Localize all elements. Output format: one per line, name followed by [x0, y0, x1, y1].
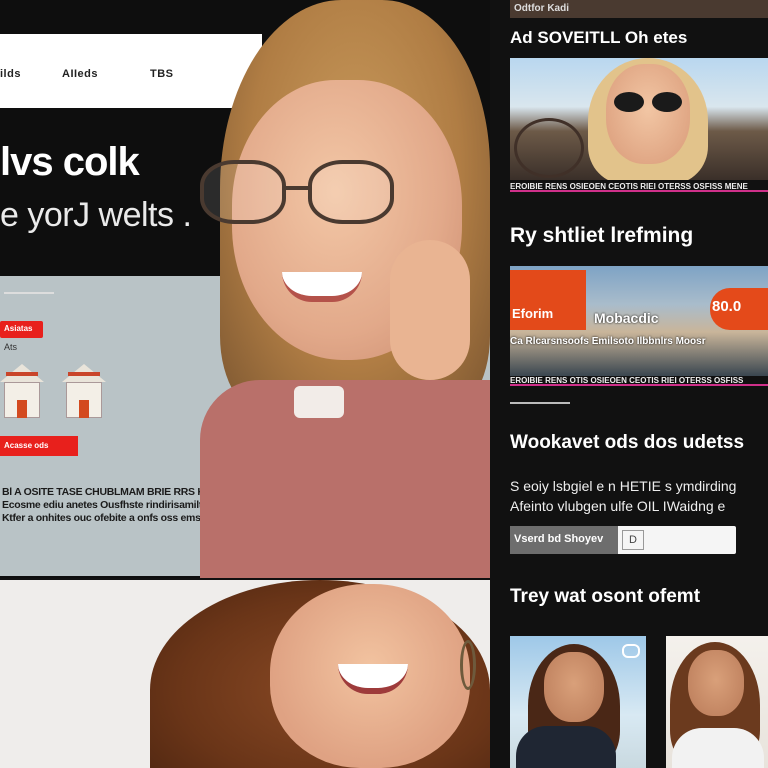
sunglasses-icon	[610, 92, 686, 112]
image-overlay-title: Mobacdic	[594, 310, 659, 326]
photo-woman-laughing	[150, 580, 490, 768]
document-icon: D	[622, 530, 644, 550]
ferris-wheel-icon	[514, 118, 584, 178]
panel-divider	[4, 292, 54, 294]
article-image-2[interactable]: Eforim Mobacdic 80.0 Ca Rlcarsnsoofs Emi…	[510, 266, 768, 376]
hero-subheadline: e yorJ welts .	[0, 196, 192, 234]
nav-link-1[interactable]: ilds	[0, 68, 21, 80]
section-title-4: Trey wat osont ofemt	[510, 586, 701, 607]
section-title-1: Ad SOVEITLL Oh etes	[510, 28, 688, 47]
lower-photo-section	[0, 580, 490, 768]
nav-link-3[interactable]: TBS	[150, 68, 174, 80]
price-badge: 80.0	[710, 288, 768, 330]
subscribe-button[interactable]: Vserd bd Shoyev	[510, 526, 618, 554]
glasses-icon	[200, 160, 400, 240]
article-caption-2[interactable]: EROIBIE RENS OTIS OSIEOEN CEOTIS RIEI OT…	[510, 376, 768, 386]
article-image-1[interactable]	[510, 58, 768, 180]
thumbnail-woman-1[interactable]	[510, 636, 646, 768]
hero-section: ilds AIIeds TBS lvs colk e yorJ welts . …	[0, 0, 490, 578]
image-overlay-text: Ca Rlcarsnsoofs Emilsoto Ilbbnlrs Moosr	[510, 336, 706, 347]
section-title-2: Ry shtliet lrefming	[510, 224, 694, 247]
house-icon	[62, 364, 106, 420]
chat-icon	[622, 644, 640, 658]
hero-headline: lvs colk	[0, 140, 140, 184]
paragraph-line: S eoiy lsbgiel e n HETIE s ymdirding	[510, 478, 737, 494]
right-sidebar: Odtfor Kadi Ad SOVEITLL Oh etes EROIBIE …	[492, 0, 768, 768]
section-paragraph: S eoiy lsbgiel e n HETIE s ymdirding Afe…	[510, 476, 768, 516]
promo-badge: Eforim	[510, 270, 586, 330]
tag-button[interactable]: Asiatas	[0, 321, 43, 338]
house-icon	[0, 364, 44, 420]
phone-icon	[294, 386, 344, 418]
earring-icon	[460, 640, 476, 690]
nav-link-2[interactable]: AIIeds	[62, 68, 98, 80]
article-caption-1[interactable]: EROIBIE RENS OSIEOEN CEOTIS RIEI OTERSS …	[510, 182, 768, 192]
sidebar-top-strip: Odtfor Kadi	[510, 0, 768, 18]
thumbnail-woman-2[interactable]	[666, 636, 768, 768]
panel-mini-label: Ats	[4, 342, 18, 352]
section-title-3: Wookavet ods dos udetss	[510, 432, 745, 453]
hero-photo-woman	[190, 0, 490, 578]
subscribe-field[interactable]: Vserd bd Shoyev D	[510, 526, 736, 554]
section-divider	[510, 402, 570, 404]
cta-button[interactable]: Acasse ods	[0, 436, 78, 456]
paragraph-line: Afeinto vlubgen ulfe OIL IWaidng e	[510, 498, 726, 514]
